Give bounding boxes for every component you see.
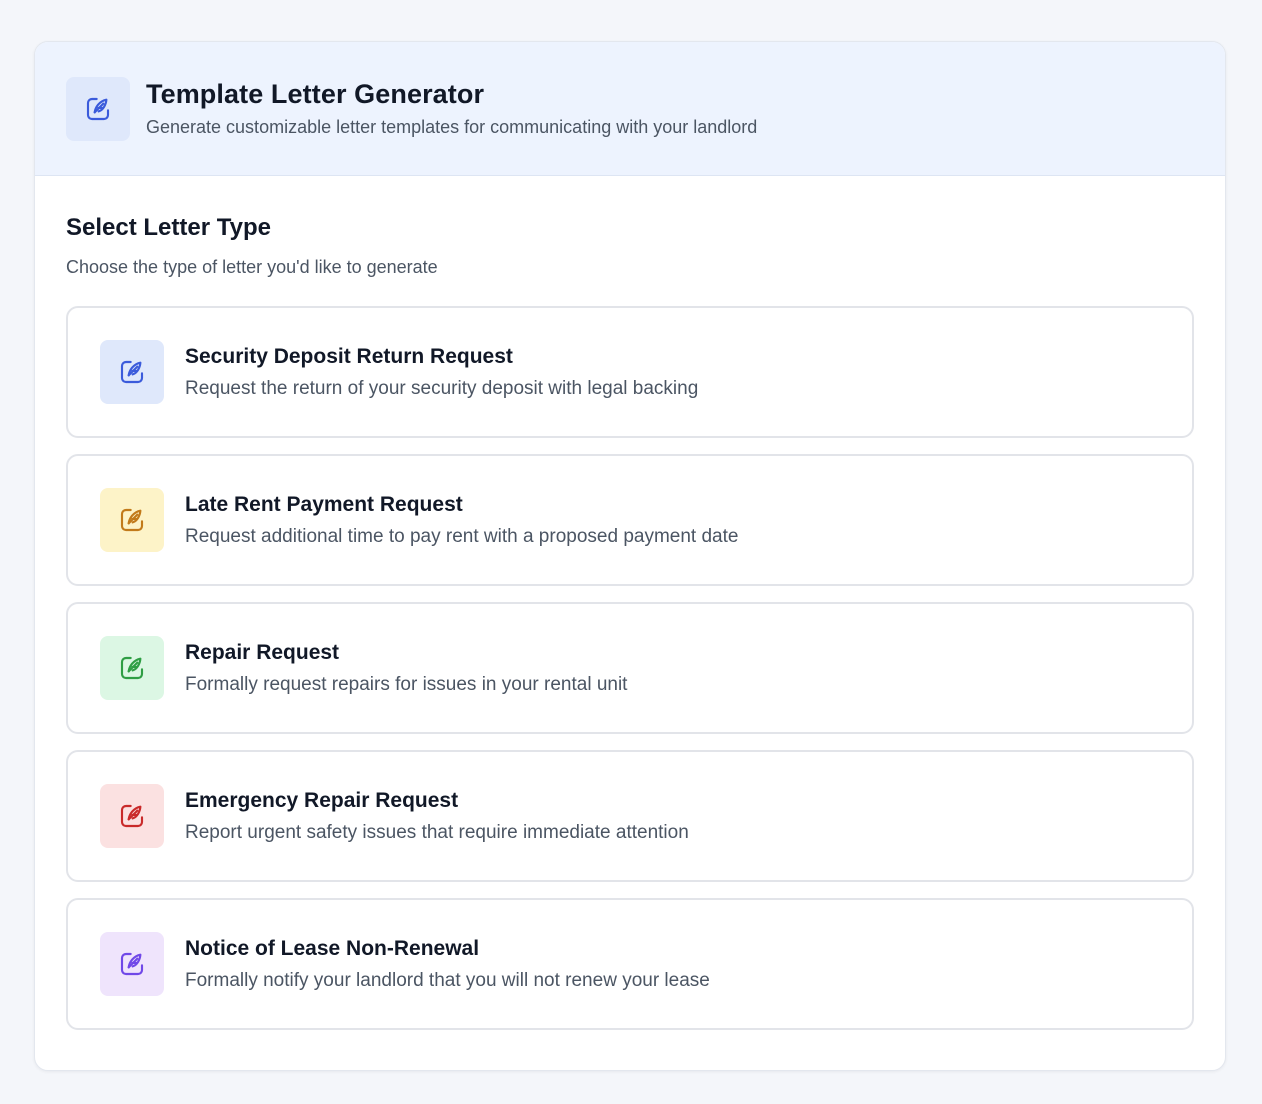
feather-pen-icon [120,360,144,384]
letter-generator-card: Template Letter Generator Generate custo… [34,41,1226,1071]
section-subtitle: Choose the type of letter you'd like to … [66,257,438,277]
letter-option-emergency-repair[interactable]: Emergency Repair Request Report urgent s… [66,750,1194,882]
option-icon-box [100,488,164,552]
letter-option-late-rent[interactable]: Late Rent Payment Request Request additi… [66,454,1194,586]
option-description: Request additional time to pay rent with… [185,525,739,547]
feather-pen-icon [86,97,110,120]
feather-pen-icon [120,952,144,976]
option-description: Report urgent safety issues that require… [185,821,689,843]
option-icon-box [100,932,164,996]
option-title: Emergency Repair Request [185,788,459,812]
letter-option-lease-non-renewal[interactable]: Notice of Lease Non-Renewal Formally not… [66,898,1194,1030]
option-description: Request the return of your security depo… [185,377,699,399]
option-description: Formally request repairs for issues in y… [185,673,628,695]
card-header: Template Letter Generator Generate custo… [35,42,1225,176]
section-title: Select Letter Type [66,214,271,241]
feather-pen-icon [120,656,144,680]
letter-type-list: Security Deposit Return Request Request … [66,306,1194,1030]
option-title: Late Rent Payment Request [185,492,463,516]
feather-pen-icon [120,508,144,532]
feather-pen-icon [120,804,144,828]
page-subtitle: Generate customizable letter templates f… [146,117,758,137]
option-title: Notice of Lease Non-Renewal [185,936,480,960]
option-title: Security Deposit Return Request [185,344,513,368]
option-icon-box [100,784,164,848]
option-icon-box [100,340,164,404]
letter-option-repair[interactable]: Repair Request Formally request repairs … [66,602,1194,734]
letter-option-security-deposit[interactable]: Security Deposit Return Request Request … [66,306,1194,438]
letter-type-section: Select Letter Type Choose the type of le… [35,176,1225,1030]
header-icon-box [66,76,130,141]
page-title: Template Letter Generator [146,79,485,109]
option-title: Repair Request [185,640,340,664]
option-description: Formally notify your landlord that you w… [185,969,710,991]
option-icon-box [100,636,164,700]
